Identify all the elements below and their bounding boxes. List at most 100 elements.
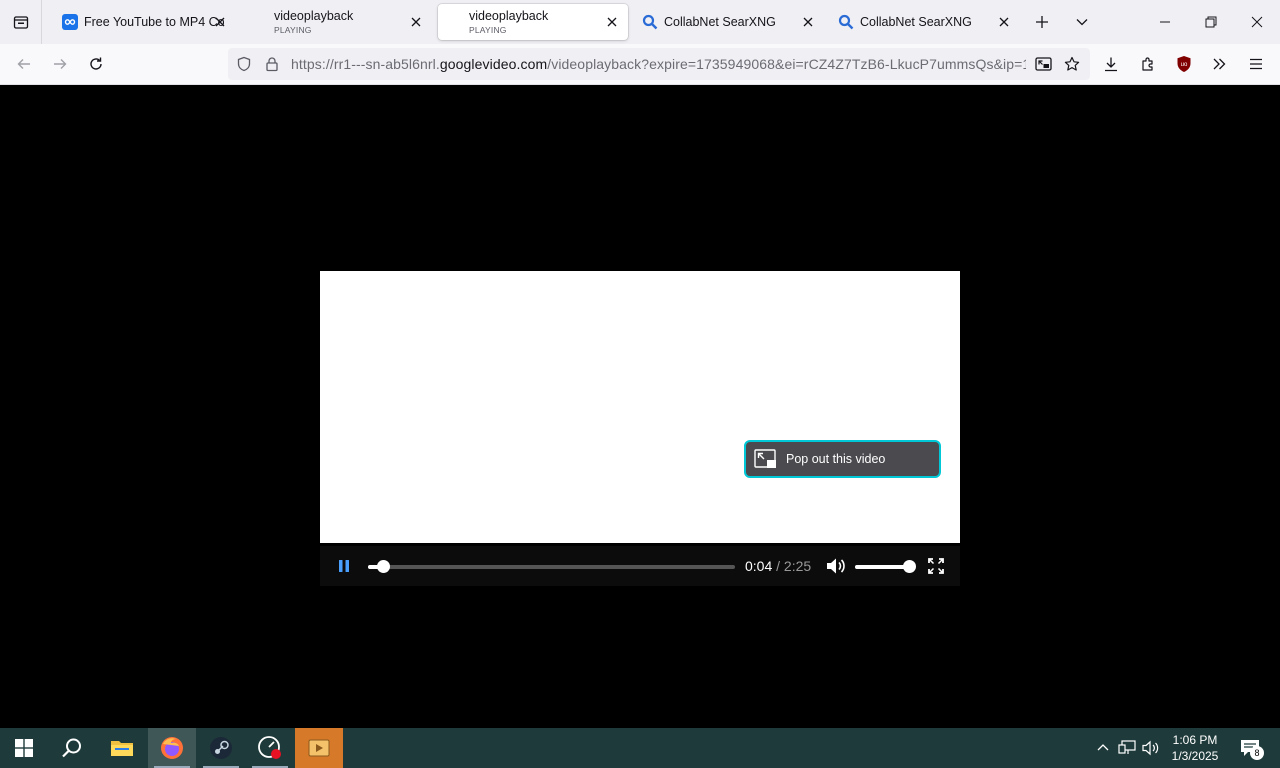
- url-text[interactable]: https://rr1---sn-ab5l6nrl.googlevideo.co…: [291, 56, 1026, 72]
- url-path: /videoplayback?expire=1735949068&ei=rCZ4…: [547, 56, 1026, 72]
- scrub-bar[interactable]: [368, 560, 735, 573]
- address-bar[interactable]: https://rr1---sn-ab5l6nrl.googlevideo.co…: [228, 48, 1090, 80]
- downloads-button[interactable]: [1095, 48, 1127, 80]
- tab-videoplayback-2-active[interactable]: videoplayback PLAYING: [438, 4, 628, 40]
- double-chevron-right-icon: [1213, 58, 1226, 70]
- tab-close-button[interactable]: [604, 14, 620, 30]
- close-icon: [803, 17, 813, 27]
- firefox-view-button[interactable]: [0, 0, 42, 44]
- notification-count-badge: 8: [1250, 746, 1264, 760]
- scrub-thumb[interactable]: [376, 560, 390, 573]
- hamburger-menu-icon: [1250, 58, 1262, 70]
- close-icon: [1251, 16, 1263, 28]
- volume-thumb[interactable]: [903, 560, 916, 573]
- tab-free-youtube-to-mp4[interactable]: Free YouTube to MP4 Con: [48, 4, 238, 40]
- network-icon: [1118, 740, 1136, 754]
- steam-taskbar-button[interactable]: [197, 728, 245, 768]
- clock-date: 1/3/2025: [1171, 749, 1219, 763]
- tab-close-button[interactable]: [800, 14, 816, 30]
- tab-collabnet-searxng-1[interactable]: CollabNet SearXNG: [634, 4, 824, 40]
- firefox-taskbar-button[interactable]: [148, 728, 196, 768]
- close-icon: [411, 17, 421, 27]
- network-tray-icon-button[interactable]: [1117, 738, 1137, 758]
- page-content: Pop out this video 0:04 / 2:25: [0, 85, 1280, 728]
- shield-icon[interactable]: [236, 56, 252, 72]
- firefox-icon: [161, 737, 183, 759]
- minimize-button[interactable]: [1142, 0, 1188, 44]
- svg-text:uo: uo: [1181, 62, 1188, 68]
- close-icon: [607, 17, 617, 27]
- obs-taskbar-button[interactable]: [246, 728, 294, 768]
- tab-videoplayback-1[interactable]: videoplayback PLAYING: [242, 4, 432, 40]
- windows-taskbar: 1:06 PM 1/3/2025 8: [0, 728, 1280, 768]
- chevron-up-icon: [1097, 744, 1109, 751]
- tab-close-button[interactable]: [996, 14, 1012, 30]
- volume-tray-icon-button[interactable]: [1141, 738, 1161, 758]
- picture-in-picture-icon[interactable]: [1035, 56, 1052, 72]
- pip-toggle-label: Pop out this video: [786, 452, 886, 466]
- back-button[interactable]: [8, 48, 40, 80]
- fullscreen-button[interactable]: [925, 555, 947, 577]
- star-bookmark-icon[interactable]: [1064, 56, 1080, 72]
- tab-close-button[interactable]: [408, 14, 424, 30]
- reload-button[interactable]: [80, 48, 112, 80]
- ublock-origin-button[interactable]: uo: [1168, 48, 1200, 80]
- tab-collabnet-searxng-2[interactable]: CollabNet SearXNG: [830, 4, 1020, 40]
- file-explorer-button[interactable]: [98, 728, 146, 768]
- plus-icon: [1036, 16, 1048, 28]
- volume-level: [855, 565, 909, 569]
- media-player-taskbar-button[interactable]: [295, 728, 343, 768]
- current-time: 0:04: [745, 558, 773, 574]
- volume-icon: [827, 558, 845, 574]
- close-icon: [215, 17, 225, 27]
- restore-button[interactable]: [1188, 0, 1234, 44]
- steam-icon: [210, 737, 232, 759]
- mute-button[interactable]: [825, 555, 847, 577]
- url-prefix: https://rr1---sn-ab5l6nrl.: [291, 56, 440, 72]
- volume-slider[interactable]: [855, 560, 916, 573]
- restore-icon: [1205, 16, 1217, 28]
- navigation-toolbar: https://rr1---sn-ab5l6nrl.googlevideo.co…: [0, 44, 1280, 85]
- search-favicon-icon: [642, 14, 658, 30]
- pause-button[interactable]: [333, 555, 355, 577]
- search-icon: [62, 738, 81, 758]
- new-tab-button[interactable]: [1026, 6, 1058, 38]
- ublock-shield-icon: uo: [1177, 56, 1191, 72]
- more-tools-button[interactable]: [1203, 48, 1235, 80]
- reload-icon: [90, 57, 102, 70]
- video-controls: 0:04 / 2:25: [320, 546, 960, 586]
- windows-logo-icon: [15, 739, 33, 757]
- extensions-button[interactable]: [1132, 48, 1164, 80]
- infinity-favicon-icon: [62, 14, 78, 30]
- show-hidden-icons-button[interactable]: [1093, 738, 1113, 758]
- system-clock[interactable]: 1:06 PM 1/3/2025: [1166, 732, 1224, 764]
- download-icon: [1105, 57, 1117, 72]
- puzzle-icon: [1142, 57, 1153, 71]
- app-menu-button[interactable]: [1240, 48, 1272, 80]
- time-display: 0:04 / 2:25: [745, 558, 811, 574]
- clock-time: 1:06 PM: [1172, 733, 1218, 747]
- tab-strip: Free YouTube to MP4 Con videoplayback PL…: [0, 0, 1280, 44]
- folder-icon: [111, 741, 133, 756]
- media-player-icon: [308, 739, 330, 757]
- lock-icon[interactable]: [264, 56, 280, 72]
- forward-button[interactable]: [44, 48, 76, 80]
- speaker-icon: [1142, 740, 1159, 756]
- firefox-view-icon: [13, 16, 28, 29]
- fullscreen-icon: [928, 558, 944, 574]
- close-icon: [999, 17, 1009, 27]
- close-window-button[interactable]: [1234, 0, 1280, 44]
- search-button[interactable]: [48, 728, 96, 768]
- time-separator: /: [772, 558, 784, 574]
- url-domain: googlevideo.com: [439, 56, 548, 72]
- arrow-right-icon: [54, 59, 67, 69]
- video-frame[interactable]: Pop out this video: [320, 271, 960, 543]
- list-all-tabs-button[interactable]: [1066, 6, 1098, 38]
- tab-close-button[interactable]: [212, 14, 228, 30]
- start-button[interactable]: [0, 728, 48, 768]
- pip-toggle-button[interactable]: Pop out this video: [744, 440, 941, 478]
- minimize-icon: [1160, 21, 1170, 23]
- action-center-button[interactable]: 8: [1230, 728, 1270, 768]
- duration: 2:25: [783, 558, 812, 574]
- search-favicon-icon: [838, 14, 854, 30]
